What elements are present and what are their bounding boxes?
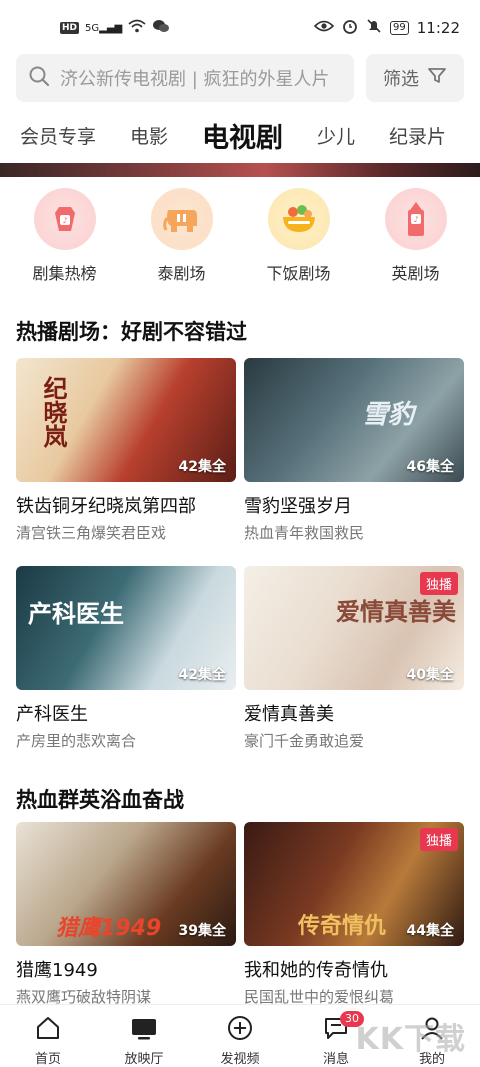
episode-count: 39集全 (178, 923, 226, 939)
svg-text:♪: ♪ (413, 215, 418, 224)
episode-count: 46集全 (406, 459, 454, 475)
show-subtitle: 产房里的悲欢离合 (16, 732, 137, 750)
nav-label: 发视频 (220, 1052, 260, 1067)
quick-link-dinner[interactable]: 下饭剧场 (240, 188, 357, 292)
tab-kids[interactable]: 少儿 (317, 122, 355, 149)
show-subtitle: 清宫铁三角爆笑君臣戏 (16, 524, 167, 542)
elephant-icon (150, 188, 213, 250)
show-thumbnail: 产科医生 42集全 (16, 566, 236, 690)
status-time: 11:22 (416, 19, 460, 37)
filter-label: 筛选 (383, 69, 419, 90)
mute-icon (366, 18, 382, 38)
thumbnail-title: 纪晓岚 (39, 376, 67, 448)
quick-links: ♪ 剧集热榜 泰剧场 下饭剧场 ♪ 英剧场 (0, 188, 480, 292)
nav-label: 消息 (322, 1052, 349, 1067)
bowl-icon (267, 188, 330, 250)
tab-members[interactable]: 会员专享 (20, 122, 96, 149)
quick-link-thai[interactable]: 泰剧场 (123, 188, 240, 292)
show-title: 铁齿铜牙纪晓岚第四部 (16, 496, 196, 517)
show-thumbnail: 独播 传奇情仇 44集全 (244, 822, 464, 946)
plus-circle-icon (227, 1015, 253, 1045)
search-placeholder: 济公新传电视剧 | 疯狂的外星人片 (60, 69, 330, 90)
nav-label: 放映厅 (124, 1052, 164, 1067)
show-thumbnail: 猎鹰1949 39集全 (16, 822, 236, 946)
home-icon (35, 1015, 61, 1045)
show-card[interactable]: 独播 传奇情仇 44集全 我和她的传奇情仇 民国乱世中的爱恨纠葛 (244, 822, 464, 1007)
show-subtitle: 热血青年救国救民 (244, 524, 365, 542)
episode-count: 44集全 (406, 923, 454, 939)
thumbnail-title: 传奇情仇 (298, 914, 387, 939)
show-thumbnail: 雪豹 46集全 (244, 358, 464, 482)
search-input[interactable]: 济公新传电视剧 | 疯狂的外星人片 (16, 54, 354, 102)
quick-link-hot-ranking[interactable]: ♪ 剧集热榜 (6, 188, 123, 292)
thumbnail-title: 产科医生 (28, 600, 124, 628)
show-card[interactable]: 纪晓岚 42集全 铁齿铜牙纪晓岚第四部 清宫铁三角爆笑君臣戏 (16, 358, 236, 543)
episode-count: 42集全 (178, 667, 226, 683)
show-title: 我和她的传奇情仇 (244, 960, 388, 981)
nav-label: 首页 (34, 1052, 61, 1067)
eye-icon (313, 20, 335, 36)
filter-icon (427, 67, 447, 90)
search-row: 济公新传电视剧 | 疯狂的外星人片 筛选 (16, 54, 464, 102)
show-card[interactable]: 雪豹 46集全 雪豹坚强岁月 热血青年救国救民 (244, 358, 464, 543)
tab-tv-series[interactable]: 电视剧 (202, 116, 283, 155)
quick-link-label: 下饭剧场 (266, 264, 331, 283)
hd-icon: HD (60, 22, 80, 34)
tv-icon (130, 1015, 158, 1045)
thumbnail-title: 猎鹰1949 (56, 916, 162, 941)
quick-link-label: 剧集热榜 (32, 264, 97, 283)
section-title: 热血群英浴血奋战 (16, 788, 184, 812)
show-thumbnail: 纪晓岚 42集全 (16, 358, 236, 482)
episode-count: 40集全 (406, 667, 454, 683)
episode-count: 42集全 (178, 459, 226, 475)
thumbnail-title: 爱情真善美 (336, 598, 456, 626)
bigben-icon: ♪ (384, 188, 447, 250)
quick-link-british[interactable]: ♪ 英剧场 (357, 188, 474, 292)
battery-icon: 99 (390, 21, 409, 35)
section-title: 热播剧场：好剧不容错过 (16, 320, 247, 344)
wechat-icon (152, 19, 170, 37)
search-icon (28, 65, 50, 91)
show-title: 猎鹰1949 (16, 960, 98, 981)
quick-link-label: 英剧场 (391, 264, 440, 283)
nav-home[interactable]: 首页 (0, 1005, 96, 1067)
signal-icon: 5G▂▄▆ (85, 22, 123, 34)
show-thumbnail: 独播 爱情真善美 40集全 (244, 566, 464, 690)
show-title: 产科医生 (16, 704, 88, 725)
status-bar: HD 5G▂▄▆ 99 11:22 (0, 0, 480, 56)
nav-theater[interactable]: 放映厅 (96, 1005, 192, 1067)
show-title: 雪豹坚强岁月 (244, 496, 352, 517)
wifi-icon (128, 19, 146, 37)
alarm-icon (342, 18, 358, 38)
tab-movies[interactable]: 电影 (130, 122, 168, 149)
thumbnail-title: 雪豹 (362, 400, 415, 430)
status-right: 99 11:22 (313, 18, 460, 38)
filter-button[interactable]: 筛选 (366, 54, 464, 102)
watermark: KK下载 (355, 1022, 466, 1057)
show-card[interactable]: 猎鹰1949 39集全 猎鹰1949 燕双鹰巧破敌特阴谋 (16, 822, 236, 1007)
exclusive-badge: 独播 (419, 828, 458, 851)
svg-text:♪: ♪ (62, 216, 67, 225)
trophy-icon: ♪ (33, 188, 96, 250)
category-tabs: 会员专享 电影 电视剧 少儿 纪录片 动 (0, 108, 480, 162)
quick-link-label: 泰剧场 (157, 264, 206, 283)
show-card[interactable]: 产科医生 42集全 产科医生 产房里的悲欢离合 (16, 566, 236, 751)
show-card[interactable]: 独播 爱情真善美 40集全 爱情真善美 豪门千金勇敢追爱 (244, 566, 464, 751)
tab-documentary[interactable]: 纪录片 (389, 122, 446, 149)
show-title: 爱情真善美 (244, 704, 334, 725)
show-subtitle: 豪门千金勇敢追爱 (244, 732, 365, 750)
banner-strip[interactable] (0, 163, 480, 177)
status-left: HD 5G▂▄▆ (60, 19, 170, 37)
nav-upload[interactable]: 发视频 (192, 1005, 288, 1067)
